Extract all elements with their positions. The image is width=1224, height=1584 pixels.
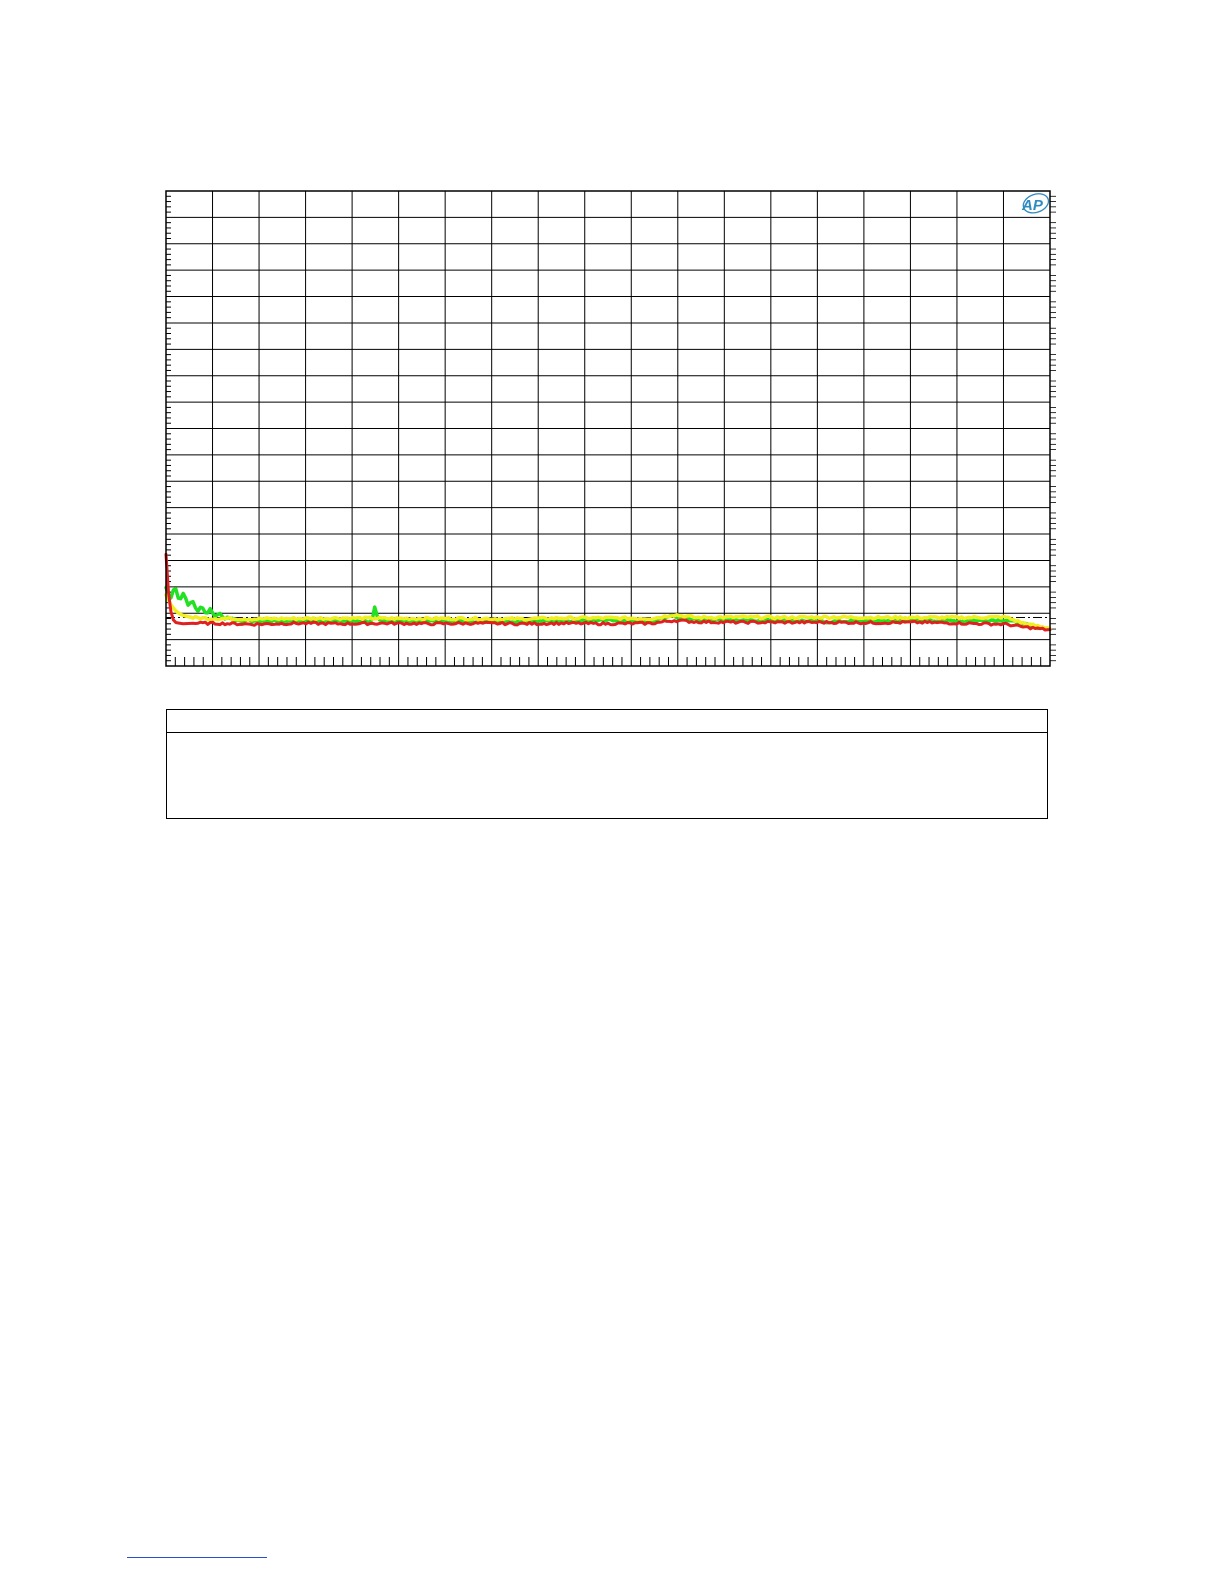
footer-link-line [127, 1557, 267, 1558]
chart-series [164, 552, 1052, 632]
ap-logo: AP [1021, 193, 1050, 214]
chart-grid [166, 191, 1050, 666]
logo-text: AP [1021, 197, 1044, 214]
legend-table-header [167, 710, 1047, 733]
chart-ticks [166, 195, 1056, 666]
legend-table [166, 709, 1048, 819]
